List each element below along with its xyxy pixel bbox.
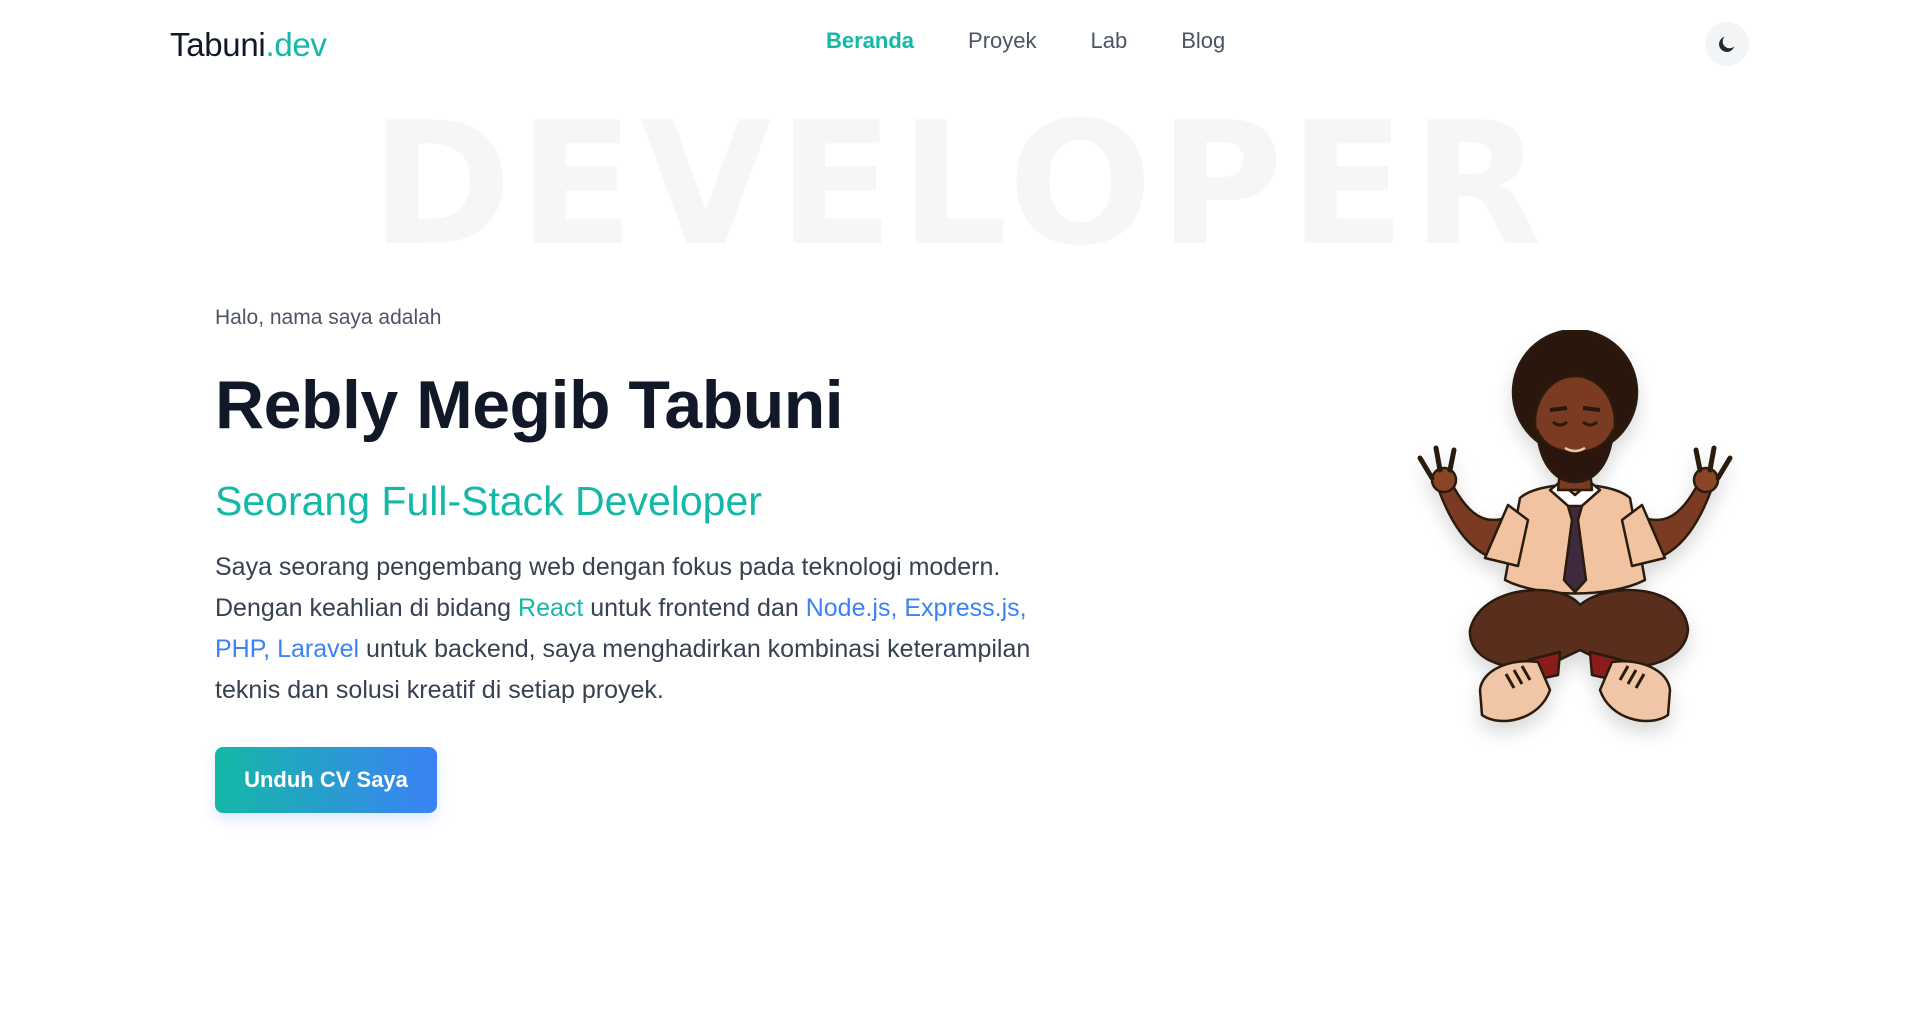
nav-item-blog[interactable]: Blog (1181, 28, 1225, 54)
hero-description: Saya seorang pengembang web dengan fokus… (215, 547, 1035, 711)
hero-name: Rebly Megib Tabuni (215, 367, 844, 443)
desc-part-2: untuk frontend dan (583, 594, 806, 622)
site-logo[interactable]: Tabuni.dev (170, 26, 327, 64)
meditating-developer-illustration (1417, 330, 1733, 723)
logo-accent: .dev (265, 26, 327, 63)
main-nav: Beranda Proyek Lab Blog (826, 28, 1225, 54)
nav-item-lab[interactable]: Lab (1091, 28, 1128, 54)
logo-main: Tabuni (170, 26, 266, 63)
nav-item-proyek[interactable]: Proyek (968, 28, 1036, 54)
theme-toggle-button[interactable] (1705, 22, 1749, 66)
hero-greeting: Halo, nama saya adalah (215, 306, 442, 329)
nav-item-beranda[interactable]: Beranda (826, 28, 914, 54)
background-watermark: DEVELOPER (370, 86, 1549, 284)
moon-icon (1719, 36, 1735, 52)
hero-role: Seorang Full-Stack Developer (215, 478, 762, 524)
page: Tabuni.dev Beranda Proyek Lab Blog DEVEL… (0, 0, 1919, 1019)
hero-section: Halo, nama saya adalah Rebly Megib Tabun… (215, 306, 1035, 813)
download-cv-button[interactable]: Unduh CV Saya (215, 747, 437, 813)
frontend-tech: React (518, 594, 584, 622)
